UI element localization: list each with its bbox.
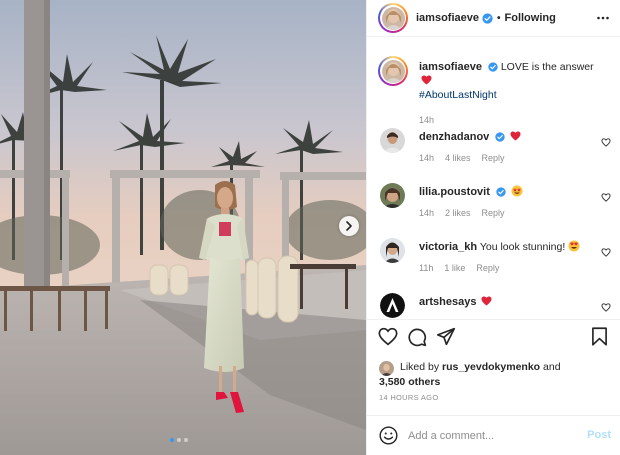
comment-username[interactable]: denzhadanov xyxy=(419,131,489,143)
likes-line: Liked by rus_yevdokymenko and xyxy=(379,360,613,375)
instagram-post: iamsofiaeve • Following iamsofiaeve LOVE… xyxy=(0,0,620,455)
heart-icon[interactable] xyxy=(378,327,398,346)
verified-badge-icon xyxy=(488,62,498,72)
more-icon[interactable] xyxy=(596,11,610,25)
chevron-right-icon xyxy=(346,221,352,231)
liker-avatar[interactable] xyxy=(379,361,394,376)
post-side-panel: iamsofiaeve • Following iamsofiaeve LOVE… xyxy=(366,0,620,455)
comment-body: artshesays xyxy=(419,295,589,309)
comment-text: You look stunning! xyxy=(479,241,566,253)
commenter-avatar[interactable] xyxy=(380,238,405,263)
caption-text: LOVE is the answer xyxy=(500,61,594,73)
comment-body: lilia.poustovit 14h 2 likes Reply xyxy=(419,185,589,220)
comment-time: 14h xyxy=(419,208,435,218)
commenter-avatar[interactable] xyxy=(380,128,405,153)
verified-badge-icon xyxy=(482,12,493,24)
like-comment-heart-icon[interactable] xyxy=(601,138,611,147)
commenter-avatar[interactable] xyxy=(380,293,405,318)
liked-by-prefix: Liked by xyxy=(400,361,440,373)
liked-others-count[interactable]: 3,580 others xyxy=(379,375,613,390)
reply-button[interactable]: Reply xyxy=(476,261,499,275)
comment-username[interactable]: artshesays xyxy=(419,296,477,308)
caption-avatar[interactable] xyxy=(378,56,408,86)
comment-meta: 14h 4 likes Reply xyxy=(419,151,589,165)
liked-by-username[interactable]: rus_yevdokymenko xyxy=(442,361,540,373)
author-username[interactable]: iamsofiaeve xyxy=(416,12,479,24)
post-header: iamsofiaeve • Following xyxy=(367,0,620,37)
emoji-icon[interactable] xyxy=(379,426,398,445)
caption-meta: 14h xyxy=(419,113,609,127)
carousel-dot xyxy=(177,438,181,442)
comment-time: 14h xyxy=(419,153,435,163)
heart-eyes-emoji-icon xyxy=(568,240,580,252)
comment-time: 11h xyxy=(419,263,434,273)
verified-badge-icon xyxy=(495,132,505,142)
comment-username[interactable]: lilia.poustovit xyxy=(419,186,490,198)
like-comment-heart-icon[interactable] xyxy=(601,248,611,257)
star-struck-emoji-icon xyxy=(511,185,523,197)
comment-body: victoria_kh You look stunning! 11h 1 lik… xyxy=(419,240,604,275)
comment-likes[interactable]: 4 likes xyxy=(445,151,471,165)
post-comment-button[interactable]: Post xyxy=(587,429,611,441)
section-divider xyxy=(367,319,620,320)
next-slide-button[interactable] xyxy=(339,216,359,236)
comment-username[interactable]: victoria_kh xyxy=(419,241,477,253)
post-photo[interactable] xyxy=(0,0,366,455)
reply-button[interactable]: Reply xyxy=(482,206,505,220)
comment-likes[interactable]: 2 likes xyxy=(445,206,471,220)
comment-body: denzhadanov 14h 4 likes Reply xyxy=(419,130,589,165)
caption-time: 14h xyxy=(419,115,435,125)
likes-summary: Liked by rus_yevdokymenko and 3,580 othe… xyxy=(379,360,613,390)
photo-scene xyxy=(0,0,366,455)
author-avatar-image xyxy=(381,6,405,30)
verified-badge-icon xyxy=(496,187,506,197)
carousel-dot-active xyxy=(170,438,174,442)
caption-body: iamsofiaeve LOVE is the answer #AboutLas… xyxy=(419,60,609,127)
caption-hashtag[interactable]: #AboutLastNight xyxy=(419,89,497,101)
following-button[interactable]: Following xyxy=(505,12,556,24)
carousel-indicator xyxy=(170,438,188,442)
comments-list[interactable]: iamsofiaeve LOVE is the answer #AboutLas… xyxy=(367,38,620,319)
liked-by-joiner: and xyxy=(543,361,561,373)
author-avatar[interactable] xyxy=(378,3,408,33)
bookmark-icon[interactable] xyxy=(591,327,608,346)
action-bar xyxy=(378,327,612,349)
add-comment-bar: Post xyxy=(367,416,620,455)
caption-username[interactable]: iamsofiaeve xyxy=(419,61,482,73)
header-separator: • xyxy=(496,12,501,24)
comment-likes[interactable]: 1 like xyxy=(444,261,465,275)
like-comment-heart-icon[interactable] xyxy=(601,303,611,312)
comment-icon[interactable] xyxy=(407,327,427,347)
reply-button[interactable]: Reply xyxy=(482,151,505,165)
red-heart-emoji-icon xyxy=(510,131,521,141)
caption-avatar-image xyxy=(381,59,405,83)
comment-input[interactable] xyxy=(408,425,578,446)
red-heart-emoji-icon xyxy=(481,296,492,306)
red-heart-emoji-icon xyxy=(421,75,432,85)
share-icon[interactable] xyxy=(436,327,456,346)
comment-meta: 11h 1 like Reply xyxy=(419,261,604,275)
carousel-dot xyxy=(184,438,188,442)
post-timestamp[interactable]: 14 HOURS AGO xyxy=(379,393,438,402)
comment-meta: 14h 2 likes Reply xyxy=(419,206,589,220)
commenter-avatar[interactable] xyxy=(380,183,405,208)
like-comment-heart-icon[interactable] xyxy=(601,193,611,202)
